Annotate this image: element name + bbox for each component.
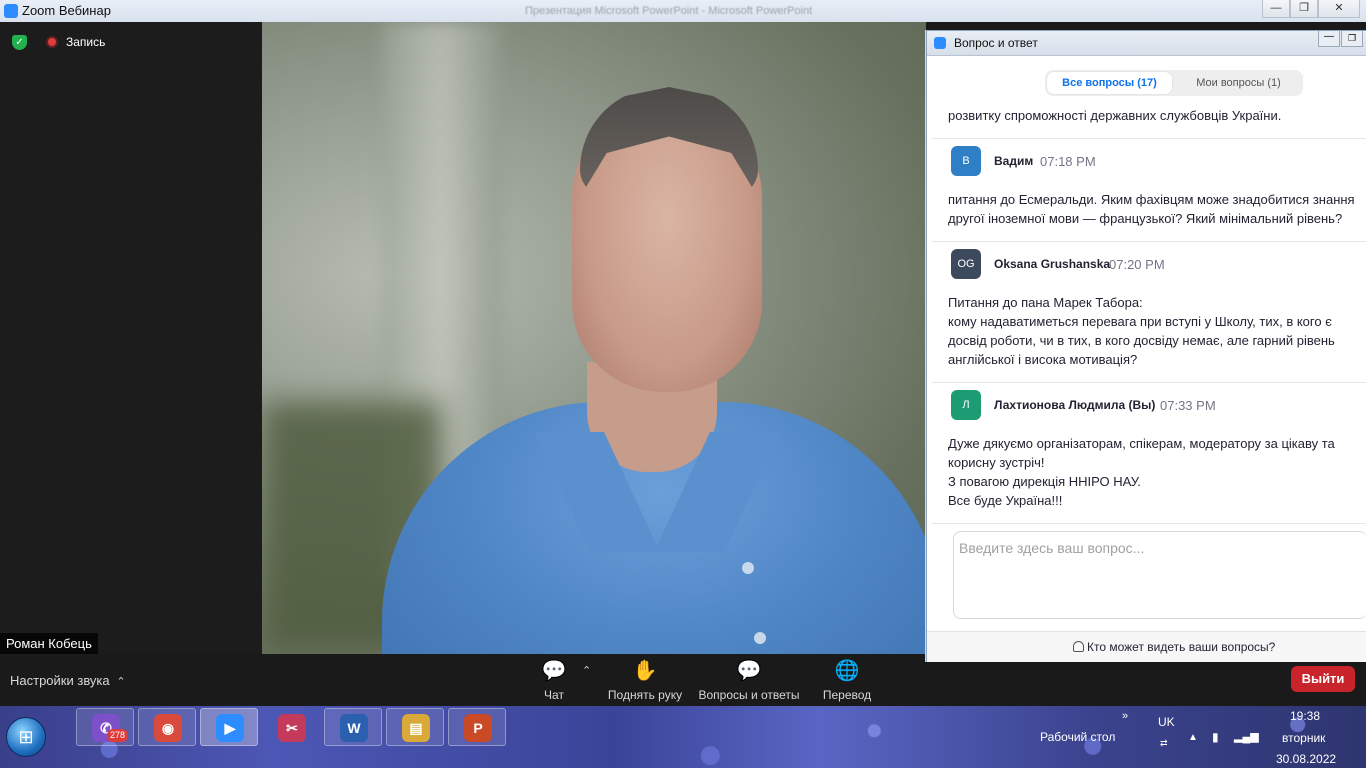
qa-title-bar: Вопрос и ответ — ❐ [927, 31, 1366, 56]
divider [932, 138, 1366, 139]
chevron-up-icon: ⌃ [113, 676, 126, 688]
taskbar-app-zoom[interactable]: ▶ [200, 708, 258, 746]
zoom-icon: ▶ [216, 714, 244, 742]
raise-hand-icon: ✋ [632, 660, 658, 682]
folder-icon: ▤ [402, 714, 430, 742]
taskbar-app-explorer[interactable]: ▤ [386, 708, 444, 746]
question-text-partial: розвитку спроможності державних службовц… [948, 108, 1282, 123]
qa-button[interactable]: 💬 Вопросы и ответы [696, 658, 802, 702]
who-can-see-label: Кто может видеть ваши вопросы? [1087, 640, 1276, 654]
left-panel [0, 22, 262, 654]
language-indicator[interactable]: UK [1158, 715, 1175, 729]
recording-label: Запись [66, 35, 106, 49]
clock-time[interactable]: 19:38 [1290, 709, 1320, 723]
battery-icon[interactable]: ▮ [1212, 730, 1219, 744]
taskbar-app-chrome[interactable]: ◉ [138, 708, 196, 746]
qa-tabs: Все вопросы (17) Мои вопросы (1) [1045, 70, 1303, 96]
taskbar-app-viber[interactable]: ✆ 278 [76, 708, 134, 746]
shirt-button [742, 562, 754, 574]
question-author: Лахтионова Людмила (Вы) [994, 398, 1156, 412]
divider [932, 382, 1366, 383]
divider [932, 523, 1366, 524]
chevron-right-icon[interactable]: » [1122, 710, 1128, 722]
record-icon [46, 36, 58, 48]
tab-my-questions[interactable]: Мои вопросы (1) [1176, 72, 1301, 94]
tray-expand-icon[interactable]: ▲ [1188, 732, 1198, 743]
desktop-toolbar-label[interactable]: Рабочий стол [1040, 730, 1115, 744]
tab-all-questions[interactable]: Все вопросы (17) [1047, 72, 1172, 94]
keyboard-icon[interactable]: ⇄ [1160, 738, 1168, 749]
windows-taskbar: ⊞ ✆ 278 ◉ ▶ ✂ W ▤ P » Рабочий стол UK ⇄ … [0, 706, 1366, 768]
start-button[interactable]: ⊞ [6, 717, 46, 757]
speaker-name-tag: Роман Кобець [0, 633, 98, 654]
taskbar-app-powerpoint[interactable]: P [448, 708, 506, 746]
question-text: питання до Есмеральди. Яким фахівцям мож… [948, 192, 1355, 226]
window-title-bar: Zoom Вебинар Презентация Microsoft Power… [0, 0, 1366, 22]
avatar: Л [951, 390, 981, 420]
zoom-app-icon [934, 37, 946, 49]
close-button[interactable]: ✕ [1318, 0, 1360, 18]
avatar: OG [951, 249, 981, 279]
qa-window: Вопрос и ответ — ❐ Все вопросы (17) Мои … [926, 30, 1366, 662]
chat-icon: 💬 [541, 660, 567, 682]
signal-icon[interactable]: ▂▄▆ [1234, 730, 1259, 743]
question-input[interactable] [954, 532, 1366, 564]
notification-badge: 278 [107, 729, 129, 742]
divider [932, 241, 1366, 242]
question-time: 07:18 PM [1040, 154, 1096, 169]
speaker-video [262, 22, 926, 654]
shirt-button [754, 632, 766, 644]
leave-button[interactable]: Выйти [1291, 666, 1355, 692]
chevron-up-icon[interactable]: ⌃ [582, 664, 591, 677]
chrome-icon: ◉ [154, 714, 182, 742]
chat-label: Чат [544, 688, 564, 702]
question-text: Питання до пана Марек Табора: кому надав… [948, 295, 1335, 367]
scissors-icon: ✂ [278, 714, 306, 742]
globe-icon: 🌐 [834, 660, 860, 682]
person-icon [1073, 641, 1084, 652]
maximize-button[interactable]: ❐ [1290, 0, 1318, 18]
taskbar-app-snipping[interactable]: ✂ [262, 708, 320, 746]
shield-icon[interactable]: ✓ [12, 35, 27, 50]
chat-button[interactable]: 💬 Чат [535, 658, 573, 702]
clock-date[interactable]: 30.08.2022 [1276, 752, 1336, 766]
question-author: Oksana Grushanska [994, 257, 1111, 271]
clock-weekday[interactable]: вторник [1282, 731, 1325, 745]
question-time: 07:20 PM [1109, 257, 1165, 272]
who-can-see-link[interactable]: Кто может видеть ваши вопросы? [1073, 640, 1275, 654]
qa-icon: 💬 [736, 660, 762, 682]
interpretation-label: Перевод [822, 688, 872, 702]
background-window-title: Презентация Microsoft PowerPoint - Micro… [525, 5, 813, 17]
question-time: 07:33 PM [1160, 398, 1216, 413]
qa-minimize-button[interactable]: — [1318, 31, 1340, 47]
zoom-app-icon [4, 4, 18, 18]
taskbar-app-word[interactable]: W [324, 708, 382, 746]
question-input-box[interactable] [953, 531, 1366, 619]
word-icon: W [340, 714, 368, 742]
powerpoint-icon: P [464, 714, 492, 742]
qa-title: Вопрос и ответ [954, 36, 1038, 50]
avatar: В [951, 146, 981, 176]
window-title: Zoom Вебинар [22, 3, 111, 18]
question-text: Дуже дякуємо організаторам, спікерам, мо… [948, 436, 1335, 508]
raise-hand-button[interactable]: ✋ Поднять руку [604, 658, 686, 702]
interpretation-button[interactable]: 🌐 Перевод [820, 658, 874, 702]
qa-maximize-button[interactable]: ❐ [1341, 31, 1363, 47]
raise-hand-label: Поднять руку [607, 688, 683, 702]
minimize-button[interactable]: — [1262, 0, 1290, 18]
question-author: Вадим [994, 154, 1034, 168]
qa-label: Вопросы и ответы [698, 688, 800, 702]
audio-settings-label: Настройки звука [10, 673, 110, 688]
audio-settings-button[interactable]: Настройки звука ⌃ [10, 673, 126, 688]
qa-footer: Кто может видеть ваши вопросы? [927, 631, 1366, 662]
